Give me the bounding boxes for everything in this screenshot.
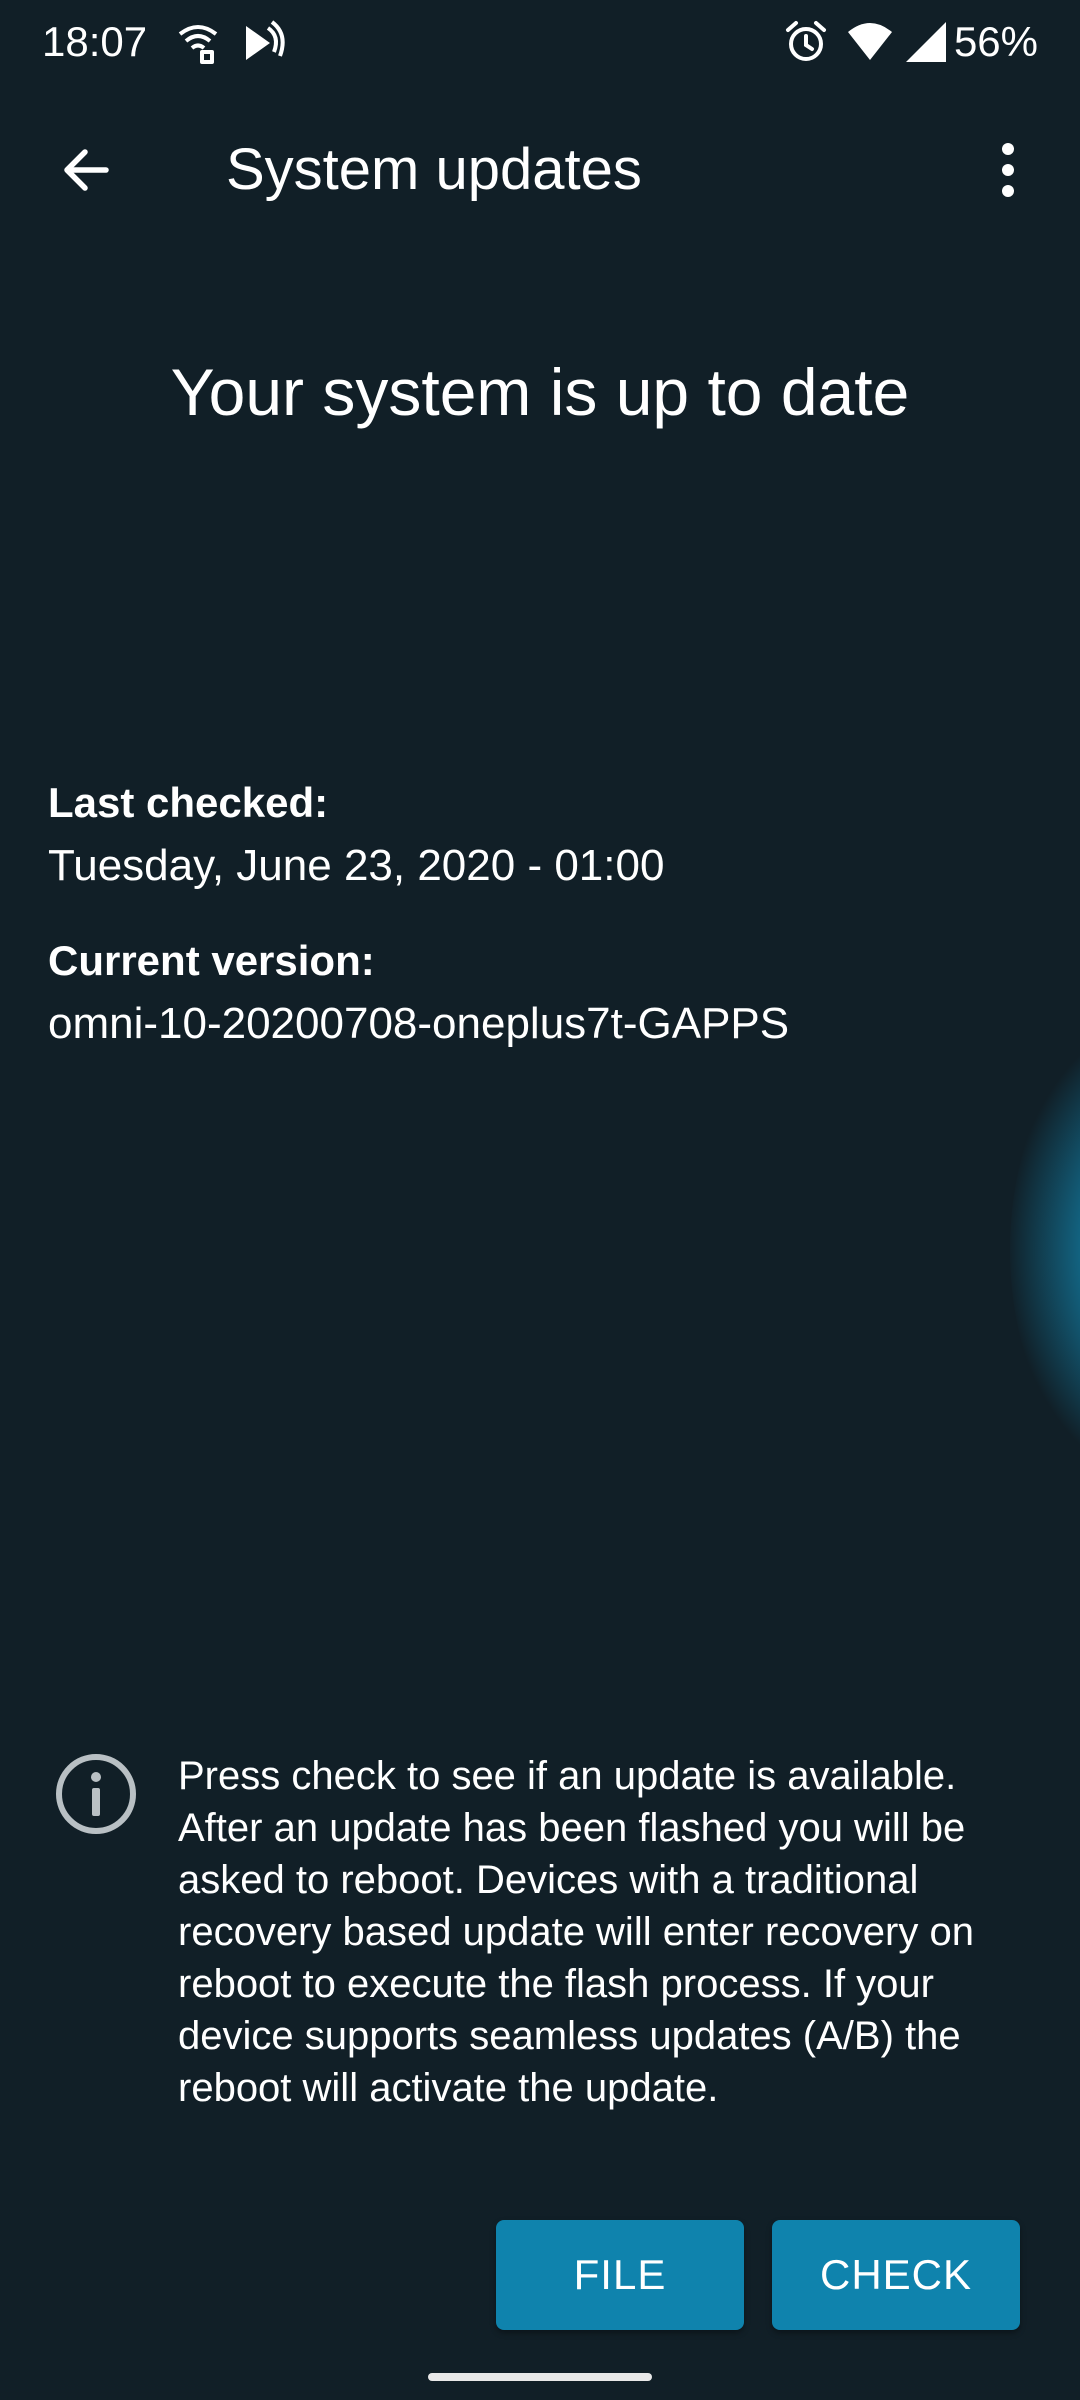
update-info-note: Press check to see if an update is avail… bbox=[178, 1754, 974, 2110]
gesture-nav-handle[interactable] bbox=[428, 2373, 652, 2381]
status-time: 18:07 bbox=[42, 18, 148, 65]
arrow-back-icon bbox=[64, 149, 109, 191]
check-button[interactable]: CHECK bbox=[772, 2220, 1020, 2330]
page-title: System updates bbox=[226, 137, 642, 202]
more-vert-icon bbox=[1002, 143, 1014, 197]
cast-icon bbox=[240, 18, 288, 66]
last-checked-value: Tuesday, June 23, 2020 - 01:00 bbox=[48, 841, 665, 890]
app-bar: System updates bbox=[0, 100, 1080, 240]
alarm-icon bbox=[782, 18, 830, 66]
file-button[interactable]: FILE bbox=[496, 2220, 744, 2330]
wifi-icon bbox=[846, 18, 894, 66]
current-version-label: Current version: bbox=[48, 937, 375, 984]
status-bar: 18:07 56% bbox=[0, 0, 1080, 84]
wifi-calling-icon bbox=[174, 18, 222, 66]
more-options-button[interactable] bbox=[966, 128, 1050, 212]
current-version-value: omni-10-20200708-oneplus7t-GAPPS bbox=[48, 999, 790, 1048]
cell-signal-icon bbox=[902, 18, 950, 66]
system-updates-screen: 18:07 56% System updates Your system is … bbox=[0, 0, 1080, 2400]
edge-glow-decoration bbox=[1010, 1010, 1080, 1490]
back-button[interactable] bbox=[44, 128, 128, 212]
battery-percentage: 56% bbox=[953, 18, 1038, 65]
info-icon bbox=[54, 1752, 138, 1836]
last-checked-label: Last checked: bbox=[48, 779, 329, 826]
status-headline: Your system is up to date bbox=[170, 355, 910, 429]
